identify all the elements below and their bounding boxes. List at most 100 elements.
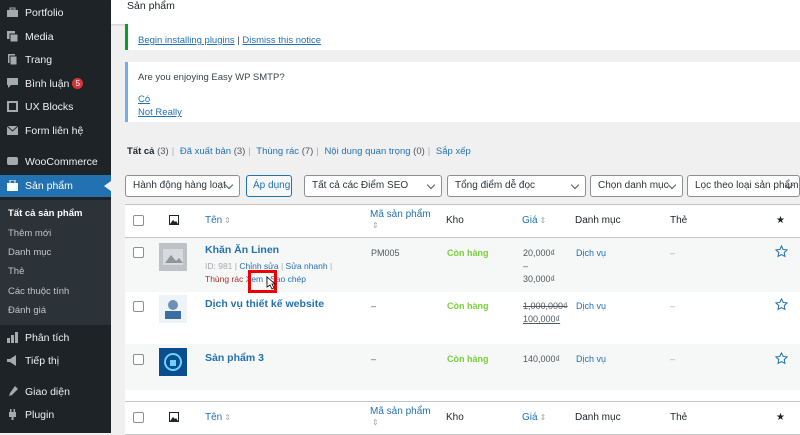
product-sku: – xyxy=(371,354,377,364)
page-header: Sản phẩm xyxy=(111,0,800,24)
pages-icon xyxy=(8,54,18,65)
column-sku[interactable]: Mã sản phẩm ⇕ xyxy=(370,209,431,231)
begin-installing-plugins-link[interactable]: Begin installing plugins xyxy=(138,35,235,46)
select-all-checkbox[interactable] xyxy=(133,412,144,423)
product-price: 20,000₫ – 30,000₫ xyxy=(523,247,555,286)
product-tags: – xyxy=(670,248,676,258)
featured-star-icon[interactable] xyxy=(775,298,788,311)
sidebar-item-label: Form liên hệ xyxy=(25,125,84,137)
sidebar-item-plugins[interactable]: Plugin xyxy=(0,404,111,426)
category-link[interactable]: Dịch vụ xyxy=(576,354,606,364)
row-checkbox[interactable] xyxy=(133,247,144,258)
status-views: Tất cả (3) | Đã xuất bản (3) | Thùng rác (… xyxy=(127,146,471,157)
bulk-action-select[interactable]: Hành động hàng loạt xyxy=(125,175,240,197)
submenu-all-products[interactable]: Tất cả sản phẩm xyxy=(8,208,82,219)
products-icon xyxy=(7,180,18,191)
column-sku-label: Mã sản phẩm xyxy=(370,406,431,417)
sidebar-item-media[interactable]: Media xyxy=(0,26,111,48)
featured-star-icon[interactable] xyxy=(775,245,788,258)
sidebar-item-portfolio[interactable]: Portfolio xyxy=(0,2,111,24)
sidebar-item-analytics[interactable]: Phân tích xyxy=(0,327,111,349)
column-sku[interactable]: Mã sản phẩm ⇕ xyxy=(370,406,431,428)
product-thumbnail[interactable] xyxy=(159,295,187,323)
sidebar-item-label: UX Blocks xyxy=(25,101,74,113)
appearance-icon xyxy=(9,386,18,396)
select-all-checkbox[interactable] xyxy=(133,215,144,226)
sort-icon: ⇕ xyxy=(539,413,547,422)
column-sku-label: Mã sản phẩm xyxy=(370,209,431,220)
price-low: 20,000₫ xyxy=(523,248,556,258)
product-name-link[interactable]: Dịch vụ thiết kế website xyxy=(205,298,324,310)
products-table: Tên ⇕ Mã sản phẩm ⇕ Kho Giá ⇕ Danh mục Thẻ … xyxy=(125,204,800,435)
media-icon xyxy=(7,31,18,42)
dismiss-notice-link[interactable]: Dismiss this notice xyxy=(242,35,321,46)
sidebar-item-label: Giao diện xyxy=(25,386,70,398)
submenu-tags[interactable]: Thẻ xyxy=(8,266,24,277)
product-thumbnail[interactable] xyxy=(159,348,187,376)
view-cornerstone[interactable]: Nội dung quan trọng xyxy=(324,146,410,157)
sidebar-item-marketing[interactable]: Tiếp thị xyxy=(0,350,111,372)
stock-status: Còn hàng xyxy=(447,248,489,258)
sidebar-item-appearance[interactable]: Giao diện xyxy=(0,381,111,403)
submenu-add-new[interactable]: Thêm mới xyxy=(8,228,51,239)
woocommerce-icon xyxy=(7,157,18,165)
sidebar-item-pages[interactable]: Trang xyxy=(0,49,111,71)
column-name[interactable]: Tên ⇕ xyxy=(205,215,231,226)
submenu-attributes[interactable]: Các thuộc tính xyxy=(8,286,69,297)
featured-star-icon: ★ xyxy=(776,412,785,423)
notice-links: Begin installing plugins | Dismiss this … xyxy=(138,35,321,46)
column-name-label: Tên xyxy=(205,412,223,423)
view-published[interactable]: Đã xuất bản xyxy=(180,146,231,157)
submenu-reviews[interactable]: Đánh giá xyxy=(8,305,46,316)
sidebar-item-ux-blocks[interactable]: UX Blocks xyxy=(0,96,111,118)
sidebar-item-products[interactable]: Sản phẩm xyxy=(0,175,111,197)
column-price[interactable]: Giá ⇕ xyxy=(522,215,546,226)
sidebar-item-comments[interactable]: Bình luận 5 xyxy=(0,73,111,95)
featured-star-icon[interactable] xyxy=(775,352,788,365)
column-price[interactable]: Giá ⇕ xyxy=(522,412,546,423)
apply-button[interactable]: Áp dụng xyxy=(246,175,292,197)
smtp-yes-link[interactable]: Có xyxy=(138,94,150,105)
comment-count-badge: 5 xyxy=(72,78,84,89)
view-trash-count: (7) xyxy=(301,146,314,157)
row-checkbox[interactable] xyxy=(133,354,144,365)
product-type-filter[interactable]: Lọc theo loại sản phẩm xyxy=(687,175,800,197)
quick-edit-link[interactable]: Sửa nhanh xyxy=(286,261,328,271)
view-all-count: (3) xyxy=(157,146,169,157)
submenu-categories[interactable]: Danh mục xyxy=(8,247,51,258)
sidebar-item-label: Tiếp thị xyxy=(25,355,60,367)
products-submenu: Tất cả sản phẩm Thêm mới Danh mục Thẻ Cá… xyxy=(0,200,111,325)
readability-filter[interactable]: Tổng điểm dễ đọc xyxy=(447,175,586,197)
product-name-link[interactable]: Sản phẩm 3 xyxy=(205,352,264,364)
column-tags: Thẻ xyxy=(670,412,688,423)
sidebar-item-label-wrap: Bình luận 5 xyxy=(25,78,84,90)
product-name-link[interactable]: Khăn Ăn Linen xyxy=(205,244,279,256)
sidebar-item-woocommerce[interactable]: WooCommerce xyxy=(0,151,111,173)
notice-separator: | xyxy=(237,35,240,46)
column-price-label: Giá xyxy=(522,215,538,226)
marketing-icon xyxy=(7,355,16,366)
featured-star-icon: ★ xyxy=(776,215,785,226)
seo-score-filter[interactable]: Tất cả các Điểm SEO xyxy=(304,175,442,197)
category-link[interactable]: Dịch vụ xyxy=(576,301,606,311)
row-checkbox[interactable] xyxy=(133,301,144,312)
category-link[interactable]: Dịch vụ xyxy=(576,248,606,258)
view-separator: | xyxy=(248,146,251,157)
view-trash[interactable]: Thùng rác xyxy=(256,146,299,157)
stock-status: Còn hàng xyxy=(447,301,489,311)
sidebar-item-label: Plugin xyxy=(25,409,55,421)
sidebar-item-label: Phân tích xyxy=(25,332,70,344)
column-name[interactable]: Tên ⇕ xyxy=(205,412,231,423)
product-thumbnail[interactable] xyxy=(159,243,187,271)
sidebar-item-contact-form[interactable]: Form liên hệ xyxy=(0,120,111,142)
column-name-label: Tên xyxy=(205,215,223,226)
trash-link[interactable]: Thùng rác xyxy=(205,274,243,284)
smtp-not-really-link[interactable]: Not Really xyxy=(138,107,182,118)
product-price: 1,000,000₫ 100,000₫ xyxy=(523,300,568,326)
table-footer: Tên ⇕ Mã sản phẩm ⇕ Kho Giá ⇕ Danh mục Thẻ … xyxy=(125,401,800,435)
sort-icon: ⇕ xyxy=(539,216,547,225)
view-all[interactable]: Tất cả xyxy=(127,146,154,157)
comments-icon xyxy=(7,78,18,88)
view-sorting[interactable]: Sắp xếp xyxy=(436,146,471,157)
category-filter[interactable]: Chọn danh mục xyxy=(590,175,683,197)
